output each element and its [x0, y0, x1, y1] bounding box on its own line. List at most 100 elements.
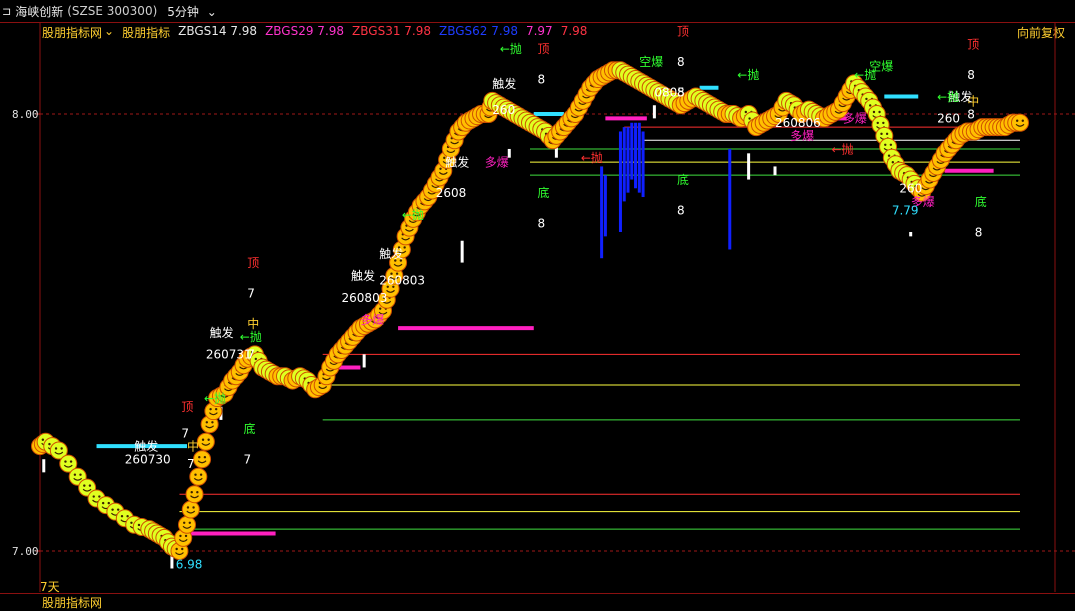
white-bar [652, 105, 656, 119]
annotation-label: 触发 [351, 268, 375, 283]
annotation-label: 底 [677, 172, 689, 187]
annotation-label: 8 [975, 225, 983, 239]
annotation-label: 触发 [210, 325, 234, 340]
smiley-eye [439, 167, 442, 171]
smiley-eye [199, 473, 203, 476]
annotation-label: 7 [247, 287, 255, 301]
blue-bar [634, 122, 638, 189]
smiley-eye [183, 521, 186, 524]
smiley-eye [41, 438, 45, 441]
smiley-eye [69, 460, 73, 463]
smiley-eye [54, 447, 58, 450]
price-point [1011, 113, 1029, 132]
smiley-eye [184, 534, 188, 538]
smiley-eye [192, 506, 195, 509]
blue-bar [637, 122, 641, 193]
annotation-label: 0805 [654, 86, 685, 100]
annotation-label: 顶 [247, 256, 259, 270]
annotation-label: ←抛 [204, 390, 226, 405]
annotation-label: 底 [244, 421, 256, 436]
smiley-eye [203, 456, 207, 459]
annotation-label: 260806 [775, 116, 821, 130]
annotation-label: 8 [967, 68, 975, 82]
smiley-eye [186, 506, 190, 509]
price-line [31, 61, 1029, 560]
blue-bar [630, 122, 634, 180]
chevron-down-icon: ⌄ [206, 4, 217, 19]
smiley-eye [865, 97, 868, 101]
smiley-eye [73, 473, 77, 476]
smiley-eye [107, 501, 110, 505]
annotation-label: 6.98 [176, 557, 203, 571]
smiley-eye [209, 407, 212, 411]
annotation-label: 7 [244, 453, 252, 467]
annotation-label: 顶 [181, 400, 193, 414]
smiley-eye [214, 407, 218, 411]
smiley-eye [889, 143, 893, 146]
white-bar [773, 166, 777, 176]
annotation-label: 触发 [492, 76, 516, 91]
annotation-label: 触发 [134, 438, 158, 453]
price-point [181, 500, 200, 519]
title-bar: ⊐ 海峡创新 (SZSE 300300) 5分钟 ⌄ [0, 0, 1075, 22]
price-point [178, 515, 196, 534]
subpanel-divider [0, 593, 1075, 594]
smiley-eye [92, 495, 95, 498]
smiley-eye [111, 508, 114, 511]
annotation-label: ←抛 [240, 329, 262, 344]
annotation-label: 8 [677, 55, 685, 69]
smiley-eye [190, 490, 193, 494]
smiley-eye [207, 438, 210, 441]
smiley-eye [64, 460, 67, 463]
annotation-label: 多爆 [360, 313, 384, 327]
smiley-face [178, 515, 196, 534]
smiley-eye [130, 521, 133, 524]
blue-bar [618, 131, 622, 232]
stock-code: (SZSE 300300) [67, 4, 158, 18]
smiley-eye [379, 307, 382, 310]
smiley-eye [101, 501, 105, 505]
period-label: 5分钟 [167, 4, 199, 19]
collapse-icon[interactable]: ⊐ [2, 5, 11, 18]
annotation-label: 空爆 [639, 55, 663, 69]
subpanel-title[interactable]: 股朋指标网 [42, 594, 102, 611]
stock-name: 海峡创新 [15, 4, 64, 19]
smiley-eye [83, 484, 86, 487]
smiley-eye [211, 421, 214, 424]
price-chart: 8.007.00触发260730中7顶7←抛底7触发260731顶7中←抛7触发… [12, 22, 1075, 592]
annotation-label: 顶 [967, 37, 979, 51]
price-point [185, 485, 204, 504]
white-bar [909, 231, 913, 237]
smiley-eye [403, 246, 406, 249]
annotation-label: 8 [677, 204, 685, 218]
blue-bar [622, 127, 626, 202]
period-selector[interactable]: 5分钟 ⌄ [167, 3, 221, 20]
blue-bar [641, 131, 645, 198]
annotation-label: ←抛 [500, 41, 522, 56]
smiley-eye [744, 110, 748, 114]
annotation-label: 260731 [206, 348, 252, 362]
annotation-label: 8 [967, 107, 975, 121]
annotation-label: 底 [538, 185, 550, 200]
y-tick-label: 7.00 [12, 545, 39, 558]
annotation-label: 7 [181, 426, 189, 440]
blue-bar [603, 175, 607, 237]
annotation-label: 260 [899, 182, 922, 196]
smiley-eye [181, 547, 184, 551]
smiley-eye [254, 357, 258, 361]
annotation-label: 8 [538, 72, 546, 86]
annotation-label: 8 [538, 217, 546, 231]
annotation-label: ←抛 [402, 207, 424, 222]
smiley-eye [876, 121, 879, 125]
annotation-label: 260 [492, 103, 515, 117]
smiley-eye [79, 473, 82, 476]
annotation-label: 260730 [125, 453, 171, 467]
smiley-face [1011, 113, 1029, 132]
annotation-label: 顶 [538, 42, 550, 56]
white-bar [747, 153, 751, 180]
annotation-label: 触发 [379, 246, 403, 261]
smiley-eye [88, 484, 92, 487]
smiley-eye [748, 117, 751, 120]
smiley-eye [891, 161, 895, 164]
annotation-label: 260803 [379, 273, 425, 287]
